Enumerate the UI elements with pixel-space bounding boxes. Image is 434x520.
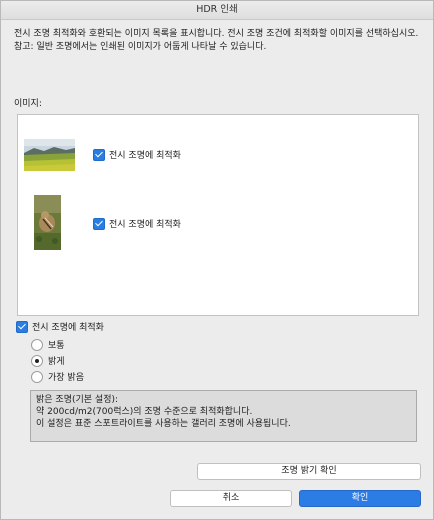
info-line: 밝은 조명(기본 설정):: [36, 395, 119, 405]
info-line: 이 설정은 표준 스포트라이트를 사용하는 갤러리 조명에 사용됩니다.: [36, 419, 291, 429]
radio-label: 가장 밝음: [48, 373, 84, 383]
checkbox-label: 전시 조명에 최적화: [32, 323, 104, 333]
image-list[interactable]: 전시 조명에 최적화 전시 조명에 최적화: [17, 114, 419, 316]
chipmunk-thumbnail: [34, 195, 61, 250]
info-line: 약 200cd/m2(700럭스)의 조명 수준으로 최적화합니다.: [36, 407, 253, 417]
optimize-display-lighting-checkbox[interactable]: 전시 조명에 최적화: [16, 320, 104, 333]
checkbox-label: 전시 조명에 최적화: [109, 220, 181, 230]
list-item[interactable]: 전시 조명에 최적화: [18, 191, 418, 261]
ok-button[interactable]: 확인: [299, 490, 421, 507]
title-bar: HDR 인쇄: [1, 1, 433, 20]
checkbox-checked-icon: [93, 148, 105, 161]
checkbox-checked-icon: [16, 320, 28, 333]
checkbox-label: 전시 조명에 최적화: [109, 151, 181, 161]
radio-label: 밝게: [48, 357, 65, 367]
radio-unselected-icon: [31, 370, 43, 383]
radio-bright[interactable]: 밝게: [31, 354, 65, 367]
radio-brightest[interactable]: 가장 밝음: [31, 370, 84, 383]
image-2-optimize-checkbox[interactable]: 전시 조명에 최적화: [93, 217, 181, 230]
description-line: 전시 조명 최적화와 호환되는 이미지 목록을 표시합니다. 전시 조명 조건에…: [14, 29, 419, 39]
radio-label: 보통: [48, 341, 65, 351]
window-title: HDR 인쇄: [196, 4, 238, 15]
landscape-thumbnail: [24, 139, 75, 171]
radio-normal[interactable]: 보통: [31, 338, 65, 351]
note-line: 참고: 일반 조명에서는 인쇄된 이미지가 어둡게 나타날 수 있습니다.: [14, 42, 267, 52]
images-label: 이미지:: [14, 99, 42, 109]
checkbox-checked-icon: [93, 217, 105, 230]
cancel-button[interactable]: 취소: [170, 490, 292, 507]
radio-unselected-icon: [31, 338, 43, 351]
description-text: 전시 조명 최적화와 호환되는 이미지 목록을 표시합니다. 전시 조명 조건에…: [14, 28, 424, 54]
list-item[interactable]: 전시 조명에 최적화: [18, 129, 418, 189]
check-lighting-brightness-button[interactable]: 조명 밝기 확인: [197, 463, 421, 480]
hdr-print-dialog: HDR 인쇄 전시 조명 최적화와 호환되는 이미지 목록을 표시합니다. 전시…: [0, 0, 434, 520]
image-1-optimize-checkbox[interactable]: 전시 조명에 최적화: [93, 148, 181, 161]
lighting-info-box: 밝은 조명(기본 설정): 약 200cd/m2(700럭스)의 조명 수준으로…: [30, 390, 417, 442]
radio-selected-icon: [31, 354, 43, 367]
